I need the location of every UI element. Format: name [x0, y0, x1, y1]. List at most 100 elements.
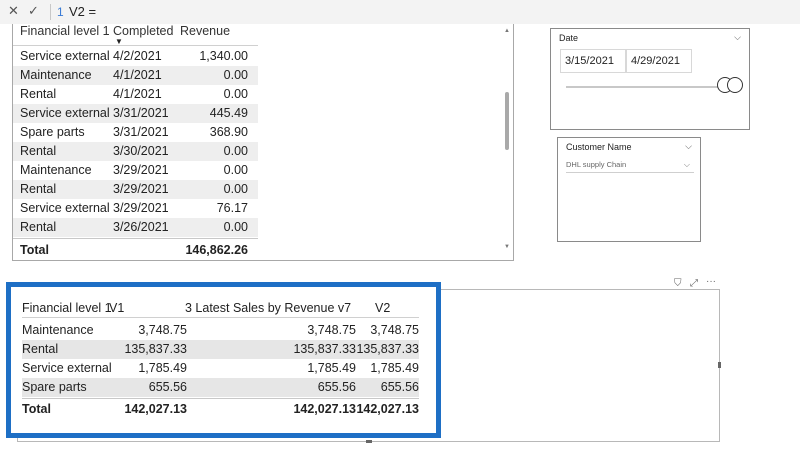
scroll-up-icon[interactable]: ▲: [504, 28, 510, 34]
cell-completed: 3/26/2021: [113, 220, 169, 234]
total-v2: 142,027.13: [356, 402, 419, 416]
cell-completed: 3/30/2021: [113, 144, 169, 158]
report-canvas: Financial level 1 Completed Revenue ▼ Se…: [0, 24, 800, 460]
table-total-row: Total 146,862.26: [13, 238, 258, 261]
close-icon[interactable]: ✕: [8, 3, 19, 19]
table-row[interactable]: Service external 3/31/2021 445.49: [13, 104, 258, 123]
resize-handle[interactable]: [718, 362, 721, 368]
table-row[interactable]: Spare parts 3/31/2021 368.90: [13, 123, 258, 142]
focus-mode-icon[interactable]: ⤢: [690, 278, 698, 289]
sales-table-visual[interactable]: Financial level 1 V1 3 Latest Sales by R…: [6, 282, 441, 438]
table-row[interactable]: Rental 3/30/2021 0.00: [13, 142, 258, 161]
table-row[interactable]: Rental 135,837.33 135,837.33 135,837.33: [22, 340, 419, 359]
formula-separator: [50, 4, 51, 20]
header-divider: [13, 45, 258, 46]
cell-financial-level: Rental: [20, 182, 57, 196]
cell-v1: 135,837.33: [124, 342, 187, 356]
cell-latest-sales: 135,837.33: [293, 342, 356, 356]
cell-financial-level: Rental: [22, 342, 59, 356]
cell-financial-level: Spare parts: [22, 380, 87, 394]
cell-v2: 1,785.49: [370, 361, 419, 375]
end-date-input[interactable]: 4/29/2021: [626, 49, 692, 73]
filter-icon[interactable]: ⛉: [674, 278, 682, 289]
table-row[interactable]: Service external 4/2/2021 1,340.00: [13, 47, 258, 66]
chevron-down-icon[interactable]: ⌵: [685, 141, 692, 152]
cell-completed: 4/1/2021: [113, 87, 162, 101]
chevron-down-icon: ⌵: [683, 160, 690, 169]
column-header-revenue[interactable]: Revenue: [180, 24, 230, 44]
cell-financial-level: Rental: [20, 220, 57, 234]
cell-financial-level: Maintenance: [22, 323, 94, 337]
header-divider: [22, 317, 419, 318]
cell-revenue: 0.00: [223, 182, 248, 196]
table-row[interactable]: Rental 3/29/2021 0.00: [13, 180, 258, 199]
cell-financial-level: Service external: [20, 201, 110, 215]
column-header-v2[interactable]: V2: [375, 301, 390, 315]
table-row[interactable]: Spare parts 655.56 655.56 655.56: [22, 378, 419, 397]
cell-revenue: 0.00: [223, 220, 248, 234]
column-header-latest-sales[interactable]: 3 Latest Sales by Revenue v7: [185, 301, 351, 315]
cell-financial-level: Spare parts: [20, 125, 85, 139]
start-date-input[interactable]: 3/15/2021: [560, 49, 626, 73]
cell-completed: 4/2/2021: [113, 49, 162, 63]
cell-latest-sales: 3,748.75: [307, 323, 356, 337]
total-label: Total: [20, 243, 49, 257]
cell-financial-level: Maintenance: [20, 163, 92, 177]
formula-input[interactable]: V2 =: [69, 4, 96, 19]
cell-v1: 1,785.49: [138, 361, 187, 375]
cell-completed: 3/29/2021: [113, 201, 169, 215]
detail-table-visual[interactable]: Financial level 1 Completed Revenue ▼ Se…: [12, 24, 514, 261]
cell-revenue: 76.17: [216, 201, 248, 215]
vertical-scrollbar[interactable]: ▲ ▼: [504, 28, 510, 250]
column-header-v1[interactable]: V1: [109, 301, 124, 315]
cell-latest-sales: 1,785.49: [307, 361, 356, 375]
check-icon[interactable]: ✓: [28, 3, 39, 19]
cell-revenue: 0.00: [223, 87, 248, 101]
cell-financial-level: Rental: [20, 144, 57, 158]
date-slicer-title: Date: [559, 33, 579, 43]
total-latest-sales: 142,027.13: [293, 402, 356, 416]
total-v1: 142,027.13: [124, 402, 187, 416]
cell-revenue: 0.00: [223, 163, 248, 177]
table-row[interactable]: Maintenance 3/29/2021 0.00: [13, 161, 258, 180]
cell-latest-sales: 655.56: [317, 380, 356, 394]
cell-v2: 135,837.33: [356, 342, 419, 356]
cell-financial-level: Service external: [22, 361, 112, 375]
formula-bar: ✕ ✓ 1 V2 =: [0, 0, 800, 25]
cell-financial-level: Maintenance: [20, 68, 92, 82]
table-row[interactable]: Service external 1,785.49 1,785.49 1,785…: [22, 359, 419, 378]
table-row[interactable]: Rental 3/26/2021 0.00: [13, 218, 258, 237]
column-header-financial-level[interactable]: Financial level 1: [20, 24, 110, 44]
table-row[interactable]: Maintenance 4/1/2021 0.00: [13, 66, 258, 85]
resize-handle[interactable]: [366, 440, 372, 443]
cell-completed: 3/31/2021: [113, 106, 169, 120]
cell-v2: 3,748.75: [370, 323, 419, 337]
table-row[interactable]: Rental 4/1/2021 0.00: [13, 85, 258, 104]
cell-completed: 3/29/2021: [113, 163, 169, 177]
customer-dropdown[interactable]: DHL supply Chain ⌵: [566, 158, 694, 173]
cell-revenue: 368.90: [209, 125, 248, 139]
table-total-row: Total 142,027.13 142,027.13 142,027.13: [22, 398, 419, 419]
scroll-down-icon[interactable]: ▼: [504, 244, 510, 250]
cell-financial-level: Rental: [20, 87, 57, 101]
cell-completed: 3/29/2021: [113, 182, 169, 196]
cell-financial-level: Service external: [20, 106, 110, 120]
cell-v1: 655.56: [148, 380, 187, 394]
scrollbar-thumb[interactable]: [505, 92, 509, 150]
table-row[interactable]: Maintenance 3,748.75 3,748.75 3,748.75: [22, 321, 419, 340]
more-options-icon[interactable]: ···: [706, 276, 716, 287]
chevron-down-icon[interactable]: ⌵: [734, 32, 741, 43]
date-range-track[interactable]: [566, 86, 731, 88]
date-slicer[interactable]: Date ⌵ 3/15/2021 4/29/2021: [550, 28, 750, 130]
table-row[interactable]: Service external 3/29/2021 76.17: [13, 199, 258, 218]
formula-line-number: 1: [57, 5, 64, 19]
cell-revenue: 0.00: [223, 144, 248, 158]
cell-completed: 4/1/2021: [113, 68, 162, 82]
date-range-end-handle[interactable]: [727, 77, 743, 93]
column-header-financial-level[interactable]: Financial level 1: [22, 301, 112, 315]
cell-revenue: 0.00: [223, 68, 248, 82]
customer-name-slicer[interactable]: Customer Name ⌵ DHL supply Chain ⌵: [557, 137, 701, 242]
total-label: Total: [22, 402, 51, 416]
customer-dropdown-value: DHL supply Chain: [566, 160, 627, 169]
cell-revenue: 1,340.00: [199, 49, 248, 63]
